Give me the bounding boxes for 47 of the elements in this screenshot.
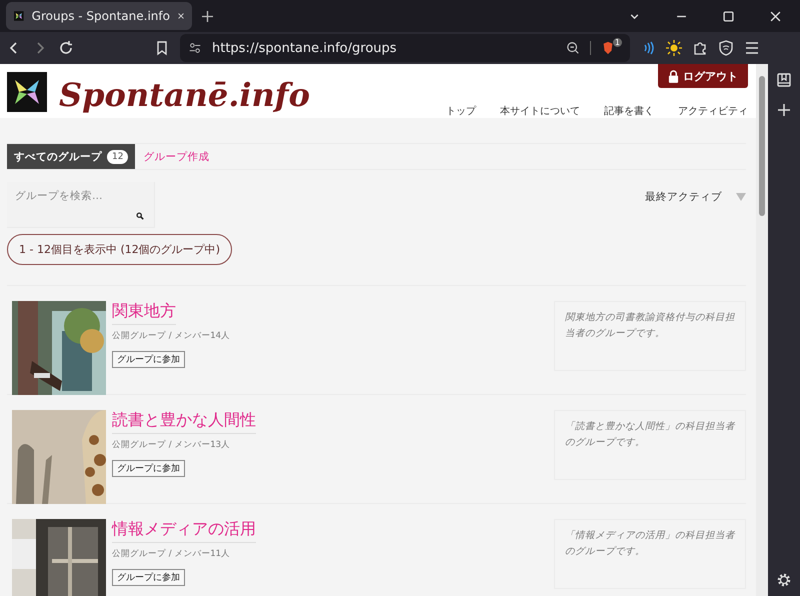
- browser-tab[interactable]: Groups - Spontane.info: [6, 2, 192, 30]
- site-title[interactable]: Spontanē.info: [59, 76, 310, 114]
- settings-icon[interactable]: [776, 572, 792, 588]
- nav-link[interactable]: 本サイトについて: [500, 104, 580, 118]
- reload-icon[interactable]: [58, 40, 74, 56]
- shield-icon[interactable]: [718, 40, 734, 56]
- menu-icon[interactable]: [744, 40, 760, 56]
- join-group-button[interactable]: グループに参加: [112, 460, 185, 477]
- lock-icon: [668, 70, 679, 82]
- group-meta: 公開グループ / メンバー14人: [112, 330, 230, 342]
- close-icon[interactable]: [178, 11, 184, 21]
- maximize-icon[interactable]: [723, 10, 734, 22]
- url-text: https://spontane.info/groups: [212, 40, 398, 56]
- shield-count-badge: 1: [612, 38, 622, 46]
- close-icon[interactable]: [770, 10, 781, 22]
- sun-icon[interactable]: [666, 40, 682, 56]
- group-tab[interactable]: グループ作成: [143, 144, 210, 169]
- group-name-link[interactable]: 読書と豊かな人間性: [112, 410, 256, 434]
- logo-icon[interactable]: [7, 72, 47, 112]
- group-name-link[interactable]: 情報メディアの活用: [112, 519, 256, 543]
- pagination-count: 1 - 12個目を表示中 (12個のグループ中): [7, 234, 232, 265]
- add-icon[interactable]: [776, 102, 792, 118]
- new-tab-icon[interactable]: [202, 10, 213, 22]
- bookmark-list-icon[interactable]: [776, 72, 792, 88]
- group-description: 関東地方の司書教諭資格付与の科目担当者のグループです。: [554, 301, 746, 371]
- puzzle-icon[interactable]: [692, 40, 708, 56]
- join-group-button[interactable]: グループに参加: [112, 569, 185, 586]
- scrollbar-thumb[interactable]: [759, 76, 765, 216]
- group-description: 「情報メディアの活用」の科目担当者のグループです。: [554, 519, 746, 589]
- nav-link[interactable]: アクティビティ: [678, 104, 748, 118]
- search-field[interactable]: グループを検索…: [7, 182, 155, 228]
- site-favicon-icon: [14, 8, 24, 24]
- nav-link[interactable]: 記事を書く: [604, 104, 654, 118]
- group-meta: 公開グループ / メンバー13人: [112, 439, 230, 451]
- join-group-button[interactable]: グループに参加: [112, 351, 185, 368]
- site-settings-icon[interactable]: [188, 41, 202, 55]
- tab-title: Groups - Spontane.info: [32, 9, 170, 23]
- group-meta: 公開グループ / メンバー11人: [112, 548, 230, 560]
- group-tab[interactable]: すべてのグループ 12: [7, 144, 136, 169]
- search-icon[interactable]: [136, 212, 144, 220]
- nav-link[interactable]: トップ: [446, 104, 476, 118]
- zoom-out-icon[interactable]: [566, 41, 580, 55]
- group-name-link[interactable]: 関東地方: [112, 301, 176, 325]
- address-bar[interactable]: https://spontane.info/groups 1: [180, 34, 630, 62]
- logout-button[interactable]: ログアウト: [658, 64, 748, 88]
- sort-dropdown[interactable]: 最終アクティブ: [645, 190, 722, 204]
- group-description: 「読書と豊かな人間性」の科目担当者のグループです。: [554, 410, 746, 480]
